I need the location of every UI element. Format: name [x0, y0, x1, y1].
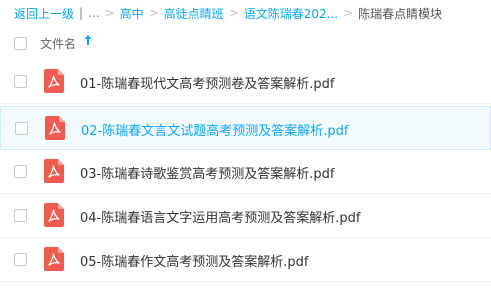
file-name[interactable]: 01-陈瑞春现代文高考预测卷及答案解析.pdf	[80, 73, 334, 92]
breadcrumb-back-link[interactable]: 返回上一级	[14, 5, 74, 22]
breadcrumb-divider: |	[79, 6, 84, 20]
arrow-up-icon[interactable]	[83, 33, 93, 47]
breadcrumb-item-gaozhong[interactable]: 高中	[120, 5, 144, 22]
file-list-header: 文件名	[0, 26, 491, 58]
file-row[interactable]: 01-陈瑞春现代文高考预测卷及答案解析.pdf	[0, 60, 491, 104]
breadcrumb-separator: >	[343, 6, 354, 20]
file-row[interactable]: 05-陈瑞春作文高考预测及答案解析.pdf	[0, 238, 491, 282]
column-filename-header[interactable]: 文件名	[40, 35, 76, 52]
pdf-icon	[44, 69, 64, 93]
pdf-icon	[44, 159, 64, 183]
breadcrumb-item-gaotu[interactable]: 高徒点睛班	[164, 5, 224, 22]
file-row[interactable]: 02-陈瑞春文言文试题高考预测及答案解析.pdf	[0, 106, 491, 150]
file-checkbox[interactable]	[14, 209, 27, 222]
file-row[interactable]: 03-陈瑞春诗歌鉴赏高考预测及答案解析.pdf	[0, 150, 491, 194]
file-checkbox[interactable]	[14, 165, 27, 178]
file-name[interactable]: 02-陈瑞春文言文试题高考预测及答案解析.pdf	[81, 120, 348, 139]
breadcrumb-ellipsis[interactable]: ...	[88, 6, 99, 20]
breadcrumb: 返回上一级 | ... > 高中 > 高徒点睛班 > 语文陈瑞春202... >…	[14, 4, 442, 22]
breadcrumb-separator: >	[228, 6, 239, 20]
file-name[interactable]: 05-陈瑞春作文高考预测及答案解析.pdf	[80, 251, 308, 270]
file-name[interactable]: 03-陈瑞春诗歌鉴赏高考预测及答案解析.pdf	[80, 163, 334, 182]
file-checkbox[interactable]	[14, 253, 27, 266]
select-all-checkbox[interactable]	[14, 37, 27, 50]
breadcrumb-separator: >	[148, 6, 159, 20]
breadcrumb-separator: >	[104, 6, 115, 20]
pdf-icon	[45, 116, 65, 140]
pdf-icon	[44, 247, 64, 271]
breadcrumb-item-yuwen[interactable]: 语文陈瑞春202...	[244, 5, 338, 22]
file-name[interactable]: 04-陈瑞春语言文字运用高考预测及答案解析.pdf	[80, 207, 360, 226]
pdf-icon	[44, 203, 64, 227]
breadcrumb-current: 陈瑞春点睛模块	[358, 6, 443, 21]
file-checkbox[interactable]	[15, 122, 28, 135]
file-checkbox[interactable]	[14, 75, 27, 88]
file-row[interactable]: 04-陈瑞春语言文字运用高考预测及答案解析.pdf	[0, 194, 491, 238]
